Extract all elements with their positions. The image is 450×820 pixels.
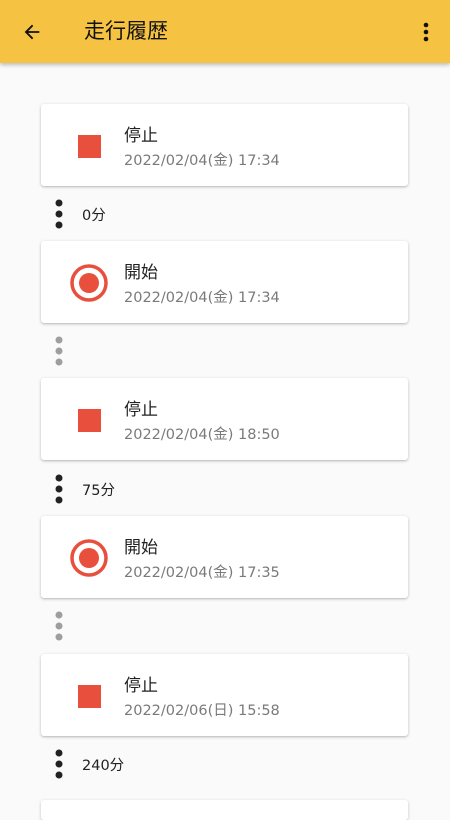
event-time: 2022/02/06(日) 15:58 — [124, 703, 280, 719]
event-time: 2022/02/04(金) 18:50 — [124, 427, 280, 443]
overflow-menu-button[interactable] — [414, 14, 438, 50]
history-list[interactable]: 停止 2022/02/04(金) 17:34 0分 開始 2022/02/04(… — [0, 63, 450, 820]
app-bar: 走行履歴 — [0, 0, 450, 63]
duration-row — [52, 333, 252, 369]
event-label: 停止 — [124, 676, 158, 696]
vertical-dots-icon — [55, 611, 63, 641]
more-vert-icon — [423, 22, 429, 42]
history-item-stop[interactable]: 停止 2022/02/04(金) 17:34 — [41, 104, 408, 186]
event-time: 2022/02/04(金) 17:35 — [124, 565, 280, 581]
page-title: 走行履歴 — [84, 19, 168, 43]
duration-row: 75分 — [52, 471, 252, 507]
history-item-stop[interactable]: 停止 2022/02/04(金) 18:50 — [41, 378, 408, 460]
history-item-partial[interactable] — [41, 800, 408, 820]
duration-label: 0分 — [82, 208, 106, 224]
event-time: 2022/02/04(金) 17:34 — [124, 153, 280, 169]
history-item-start[interactable]: 開始 2022/02/04(金) 17:35 — [41, 516, 408, 598]
history-item-start[interactable]: 開始 2022/02/04(金) 17:34 — [41, 241, 408, 323]
event-label: 開始 — [124, 538, 158, 558]
event-time: 2022/02/04(金) 17:34 — [124, 290, 280, 306]
vertical-dots-icon — [55, 199, 63, 229]
stop-square-icon — [69, 676, 109, 716]
record-circle-icon — [69, 263, 109, 303]
duration-label: 75分 — [82, 483, 115, 499]
record-circle-icon — [69, 538, 109, 578]
duration-row: 240分 — [52, 746, 252, 782]
back-button[interactable] — [14, 14, 50, 50]
stop-square-icon — [69, 126, 109, 166]
vertical-dots-icon — [55, 336, 63, 366]
event-label: 停止 — [124, 400, 158, 420]
history-item-stop[interactable]: 停止 2022/02/06(日) 15:58 — [41, 654, 408, 736]
event-label: 停止 — [124, 126, 158, 146]
event-label: 開始 — [124, 263, 158, 283]
duration-row: 0分 — [52, 196, 252, 232]
vertical-dots-icon — [55, 474, 63, 504]
arrow-back-icon — [24, 24, 40, 40]
duration-label: 240分 — [82, 758, 125, 774]
vertical-dots-icon — [55, 749, 63, 779]
stop-square-icon — [69, 400, 109, 440]
duration-row — [52, 608, 252, 644]
